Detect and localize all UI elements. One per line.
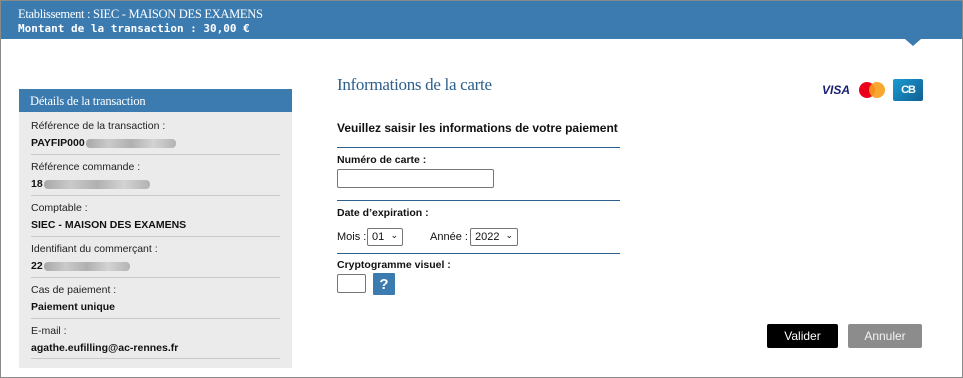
cancel-button[interactable]: Annuler <box>848 324 922 348</box>
payment-instructions: Veuillez saisir les informations de votr… <box>337 121 618 135</box>
chevron-down-icon: ⌄ <box>505 230 513 240</box>
header-bar: Etablissement : SIEC - MAISON DES EXAMEN… <box>1 1 962 46</box>
detail-value-text: 22 <box>31 260 43 272</box>
mastercard-logo <box>859 82 886 98</box>
detail-merchant-id: Identifiant du commerçant : 22 <box>31 243 280 278</box>
year-label: Année : <box>430 231 468 243</box>
card-info-title: Informations de la carte <box>337 75 492 94</box>
detail-transaction-ref: Référence de la transaction : PAYFIP000 <box>31 120 280 155</box>
help-icon[interactable]: ? <box>373 273 395 295</box>
detail-value: Paiement unique <box>31 301 116 313</box>
month-label: Mois : <box>337 231 367 243</box>
transaction-amount: Montant de la transaction : 30,00 € <box>18 22 250 35</box>
detail-value: agathe.eufilling@ac-rennes.fr <box>31 342 179 354</box>
detail-label: Référence de la transaction : <box>31 120 166 132</box>
chevron-down-icon: ⌄ <box>390 230 398 240</box>
transaction-details-panel: Détails de la transaction Référence de l… <box>19 89 292 368</box>
card-number-label: Numéro de carte : <box>337 154 427 166</box>
detail-label: Comptable : <box>31 202 88 214</box>
year-select-value: 2022 <box>475 231 500 243</box>
redacted-mask <box>43 261 130 271</box>
redacted-mask <box>43 179 150 189</box>
detail-value: PAYFIP000 <box>31 137 280 149</box>
cvv-input[interactable] <box>337 274 366 293</box>
expiry-label: Date d’expiration : <box>337 207 429 219</box>
etablissement-text: Etablissement : SIEC - MAISON DES EXAMEN… <box>18 7 263 21</box>
transaction-details-title: Détails de la transaction <box>19 89 292 112</box>
month-select[interactable]: 01 ⌄ <box>367 228 403 246</box>
validate-button[interactable]: Valider <box>767 324 838 348</box>
card-logos: VISA CB <box>822 79 924 101</box>
detail-value-text: PAYFIP000 <box>31 137 85 149</box>
card-number-input[interactable] <box>337 169 494 188</box>
redacted-mask <box>85 138 176 148</box>
divider <box>337 147 620 148</box>
detail-comptable: Comptable : SIEC - MAISON DES EXAMENS <box>31 202 280 237</box>
detail-value: 22 <box>31 260 280 272</box>
detail-value: 18 <box>31 178 280 190</box>
month-select-value: 01 <box>372 231 385 243</box>
detail-label: Identifiant du commerçant : <box>31 243 158 255</box>
divider <box>337 253 620 254</box>
divider <box>337 200 620 201</box>
cvv-label: Cryptogramme visuel : <box>337 259 451 271</box>
detail-payment-case: Cas de paiement : Paiement unique <box>31 284 280 319</box>
detail-order-ref: Référence commande : 18 <box>31 161 280 196</box>
detail-label: Cas de paiement : <box>31 284 117 296</box>
header-notch <box>905 39 921 46</box>
visa-logo: VISA <box>822 83 851 97</box>
detail-value-text: 18 <box>31 178 43 190</box>
year-select[interactable]: 2022 ⌄ <box>470 228 518 246</box>
detail-email: E-mail : agathe.eufilling@ac-rennes.fr <box>31 325 280 359</box>
detail-label: E-mail : <box>31 325 67 337</box>
detail-value: SIEC - MAISON DES EXAMENS <box>31 219 187 231</box>
detail-label: Référence commande : <box>31 161 141 173</box>
cb-logo: CB <box>893 79 924 101</box>
